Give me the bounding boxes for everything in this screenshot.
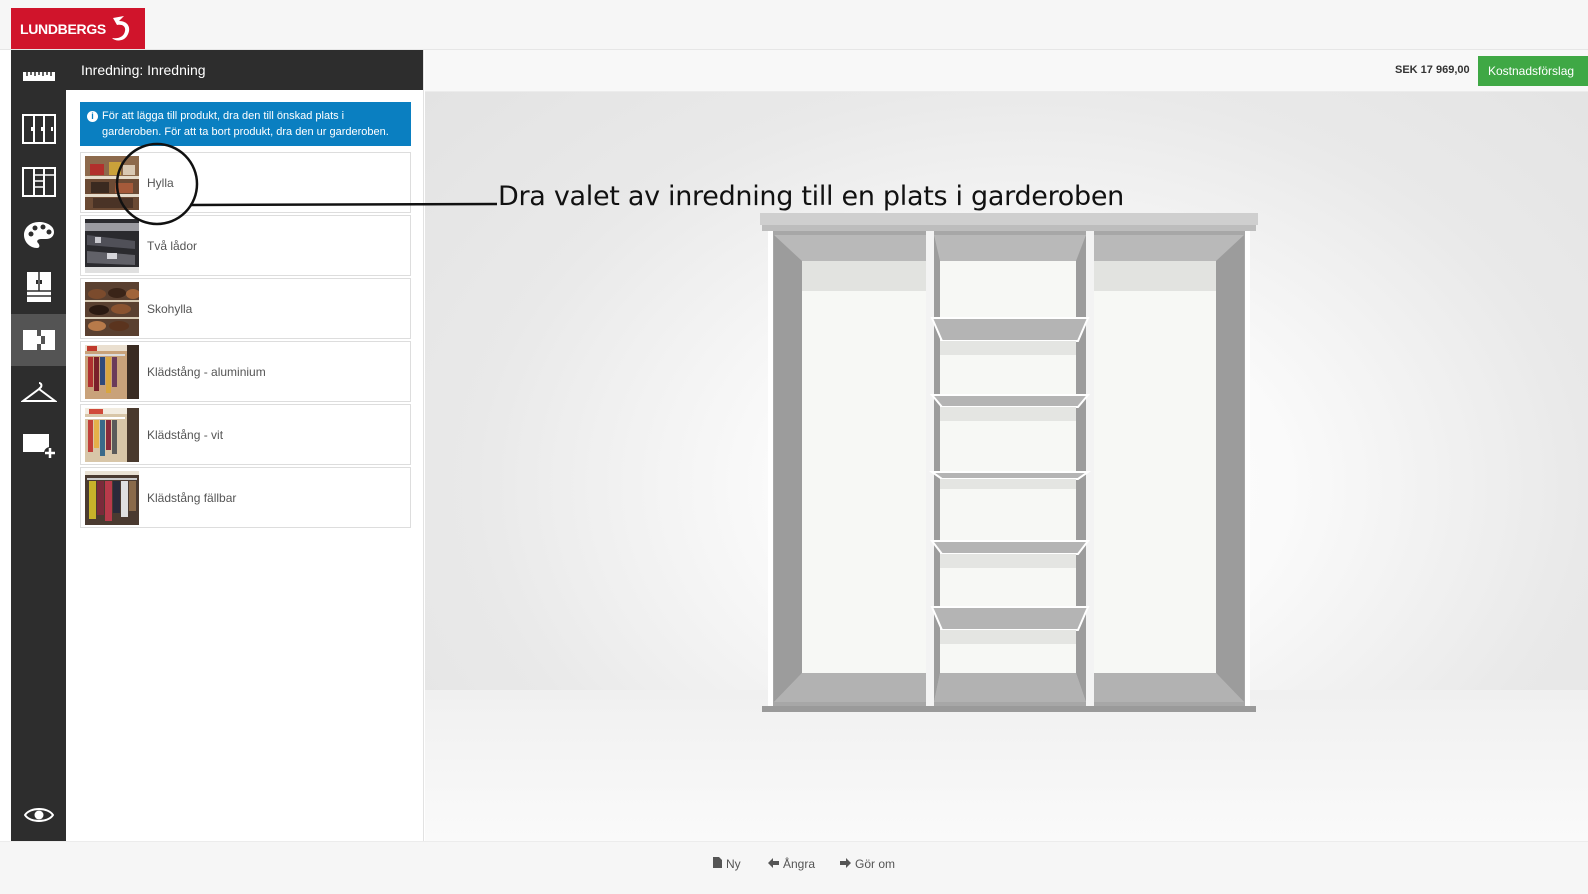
rail-interior-button[interactable] <box>11 314 66 366</box>
undo-label: Ångra <box>783 857 816 871</box>
rail-hanger-button[interactable] <box>11 367 66 419</box>
total-price: SEK 17 969,00 <box>1395 64 1470 76</box>
file-icon <box>713 857 722 871</box>
product-list: Hylla Två lådor Skohylla Klädstång - alu… <box>80 152 411 530</box>
swoosh-icon <box>111 15 130 40</box>
info-box: i För att lägga till produkt, dra den ti… <box>80 102 411 146</box>
brand-name: LUNDBERGS <box>20 20 106 37</box>
interior-icon <box>22 330 55 350</box>
wardrobe-viewport[interactable]: SEK 17 969,00 Kostnadsförslag <box>425 50 1588 841</box>
new-label: Ny <box>726 857 741 871</box>
product-thumbnail <box>85 407 139 462</box>
undo-button[interactable]: Ångra <box>768 857 815 871</box>
rail-cabinet-button[interactable] <box>11 262 66 314</box>
product-thumbnail <box>85 155 139 210</box>
info-icon: i <box>87 111 98 122</box>
palette-icon <box>23 222 54 248</box>
product-label: Klädstång - aluminium <box>147 364 266 379</box>
product-label: Skohylla <box>147 301 193 316</box>
product-thumbnail <box>85 344 139 399</box>
rail-preview-button[interactable] <box>11 789 66 841</box>
quote-button[interactable]: Kostnadsförslag <box>1478 56 1588 86</box>
info-text: För att lägga till produkt, dra den till… <box>102 110 389 138</box>
product-thumbnail <box>85 281 139 336</box>
rail-doors-button[interactable] <box>11 103 66 155</box>
panel-title: Inredning: Inredning <box>66 50 423 90</box>
app-window: LUNDBERGS Inredning: Inredning i För att… <box>0 0 1588 894</box>
arrow-right-icon <box>840 857 851 871</box>
hanger-icon <box>20 382 57 402</box>
product-item-skohylla[interactable]: Skohylla <box>80 278 411 339</box>
add-panel-icon <box>22 434 56 459</box>
product-label: Hylla <box>147 175 174 190</box>
frame-icon <box>21 167 56 197</box>
arrow-left-icon <box>768 857 779 871</box>
tool-rail <box>11 50 66 841</box>
product-item-kladstang-vit[interactable]: Klädstång - vit <box>80 404 411 465</box>
product-item-hylla[interactable]: Hylla <box>80 152 411 213</box>
top-bar: LUNDBERGS <box>0 0 1588 50</box>
rail-frame-button[interactable] <box>11 156 66 208</box>
product-label: Klädstång - vit <box>147 427 224 442</box>
new-button[interactable]: Ny <box>713 857 741 871</box>
brand-logo[interactable]: LUNDBERGS <box>11 8 145 49</box>
rail-add-panel-button[interactable] <box>11 420 66 472</box>
doors-icon <box>21 114 56 144</box>
product-label: Klädstång fällbar <box>147 490 237 505</box>
redo-label: Gör om <box>855 857 896 871</box>
callout-text: Dra valet av inredning till en plats i g… <box>498 181 1124 212</box>
redo-button[interactable]: Gör om <box>840 857 895 871</box>
cabinet-icon <box>26 272 51 302</box>
product-item-kladstang-aluminium[interactable]: Klädstång - aluminium <box>80 341 411 402</box>
rail-measure-button[interactable] <box>11 50 66 102</box>
ruler-icon <box>22 72 55 81</box>
bottom-bar: Ny Ångra Gör om <box>0 841 1588 894</box>
rail-color-button[interactable] <box>11 209 66 261</box>
view-toolbar: SEK 17 969,00 Kostnadsförslag <box>425 50 1588 92</box>
product-label: Två lådor <box>147 238 198 253</box>
eye-icon <box>23 808 54 822</box>
product-thumbnail <box>85 218 139 273</box>
interior-panel: Inredning: Inredning i För att lägga til… <box>66 50 424 841</box>
product-item-kladstang-fallbar[interactable]: Klädstång fällbar <box>80 467 411 528</box>
wardrobe-model[interactable] <box>760 213 1260 718</box>
product-thumbnail <box>85 470 139 525</box>
product-item-tva-lador[interactable]: Två lådor <box>80 215 411 276</box>
